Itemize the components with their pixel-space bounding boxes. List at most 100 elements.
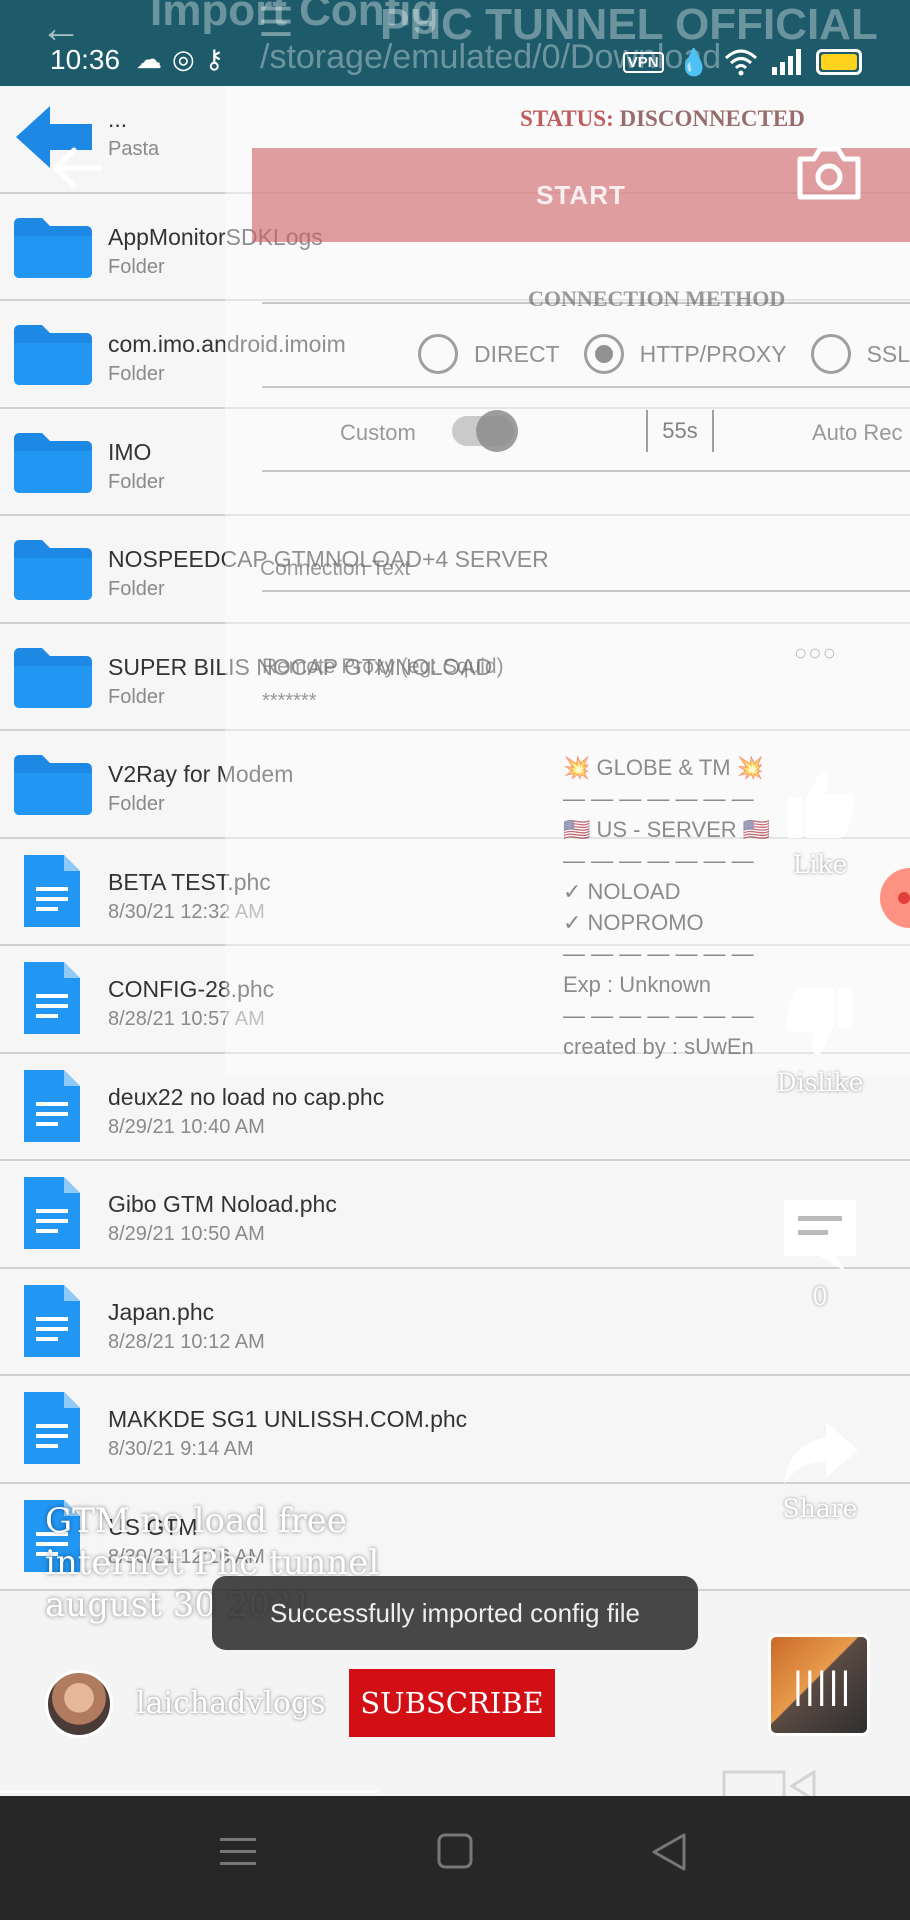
comment-count: 0 [812, 1282, 828, 1311]
document-icon [24, 854, 80, 927]
status-label: STATUS: [520, 106, 614, 131]
file-meta: Folder [108, 578, 165, 600]
status-value: DISCONNECTED [619, 106, 805, 131]
folder-icon [14, 325, 92, 385]
connection-text-field[interactable]: Connection Text [260, 557, 410, 581]
file-name: Japan.phc [108, 1298, 215, 1325]
timer-value[interactable]: 55s [646, 410, 714, 452]
share-button[interactable]: Share [770, 1418, 870, 1523]
config-note-line: 💥 GLOBE & TM 💥 [563, 755, 765, 780]
dislike-label: Dislike [776, 1068, 864, 1097]
option-direct[interactable]: DIRECT [418, 334, 560, 374]
folder-icon [14, 647, 92, 708]
config-note-line: — — — — — — — [563, 1003, 754, 1028]
radio-direct[interactable] [418, 334, 458, 374]
custom-toggle[interactable] [452, 410, 518, 452]
clock: 10:36 [50, 44, 121, 75]
file-meta: Folder [108, 685, 165, 708]
option-label: DIRECT [474, 340, 560, 367]
thumbs-up-icon [788, 771, 855, 838]
file-meta: 8/28/21 10:12 AM [108, 1330, 265, 1353]
like-button[interactable]: Like [770, 764, 870, 879]
connection-status: STATUS: DISCONNECTED [520, 106, 805, 132]
file-name: Gibo GTM Noload.phc [108, 1191, 337, 1217]
file-name: MAKKDE SG1 UNLISSH.COM.phc [108, 1406, 468, 1432]
battery-icon [816, 49, 862, 75]
file-name: IMO [108, 438, 152, 465]
home-icon[interactable] [436, 1832, 474, 1870]
config-note-line: created by : sUwEn [563, 1034, 754, 1059]
file-meta: 8/30/21 9:14 AM [108, 1438, 254, 1460]
status-bar: ← Import Config ☰ PHC TUNNEL OFFICIAL /s… [0, 0, 910, 86]
folder-icon [14, 432, 92, 493]
config-note-line: Exp : Unknown [563, 972, 711, 997]
file-name: ... [108, 106, 128, 132]
file-meta: Folder [108, 793, 165, 815]
custom-label: Custom [340, 420, 416, 445]
remote-proxy-field[interactable]: Remote Proxy (eg: Squid) [262, 655, 504, 679]
document-icon [24, 1284, 80, 1357]
key-icon: ⚷ [204, 44, 234, 74]
file-meta: Folder [108, 255, 165, 278]
auto-reconnect-label[interactable]: Auto Rec [812, 420, 903, 446]
document-icon [24, 962, 80, 1034]
wifi-icon [724, 49, 758, 76]
back-arrow-icon[interactable] [52, 146, 103, 195]
radio-ssl[interactable] [810, 334, 851, 374]
sound-wave-icon: ||||| [793, 1665, 853, 1707]
connection-method-options: DIRECT HTTP/PROXY SSL/T [418, 334, 910, 374]
dislike-button[interactable]: Dislike [770, 982, 870, 1097]
share-icon [784, 1422, 858, 1484]
config-note-line: — — — — — — — [563, 786, 754, 811]
remote-proxy-value: ******* [262, 690, 317, 712]
navigation-bar [0, 1796, 910, 1920]
file-name: deux22 no load no cap.phc [108, 1083, 385, 1110]
divider [262, 386, 910, 388]
video-progress-bar[interactable] [0, 1790, 378, 1793]
file-meta: Folder [108, 363, 165, 385]
option-label: SSL/T [866, 340, 910, 367]
file-meta: Pasta [108, 138, 160, 160]
radio-http-proxy[interactable] [583, 334, 624, 374]
divider [262, 470, 910, 472]
comments-button[interactable]: 0 [770, 1196, 870, 1311]
camera-icon[interactable] [796, 145, 862, 206]
cloud-icon: ☁ [136, 44, 172, 74]
file-meta: 8/29/21 10:40 AM [108, 1115, 265, 1138]
more-options-icon[interactable]: ○○○ [794, 640, 837, 666]
option-label: HTTP/PROXY [639, 340, 787, 367]
notification-icons: ☁◎⚷ [136, 44, 234, 75]
folder-icon [14, 755, 92, 815]
config-note-line: — — — — — — — [563, 941, 754, 966]
config-note: 💥 GLOBE & TM 💥 — — — — — — — 🇺🇸 US - SERVE… [563, 752, 770, 1062]
system-icons: VPN 💧 [622, 46, 862, 78]
subscribe-button[interactable]: SUBSCRIBE [349, 1669, 555, 1737]
signal-icon [772, 49, 801, 75]
recents-icon[interactable] [218, 1832, 258, 1872]
document-icon [24, 1392, 80, 1464]
file-meta: 8/29/21 10:50 AM [108, 1223, 265, 1245]
share-label: Share [782, 1494, 858, 1523]
toast-message: Successfully imported config file [212, 1576, 698, 1650]
drop-icon: 💧 [677, 46, 710, 77]
channel-avatar[interactable] [45, 1670, 113, 1738]
file-meta: Folder [108, 470, 165, 493]
sound-thumbnail[interactable]: ||||| [768, 1634, 870, 1736]
back-icon[interactable] [650, 1832, 688, 1872]
config-note-line: 🇺🇸 US - SERVER 🇺🇸 [563, 817, 771, 842]
document-icon [24, 1177, 80, 1249]
config-note-line: ✓ NOPROMO [563, 910, 704, 935]
like-label: Like [792, 850, 848, 879]
channel-name[interactable]: laichadvlogs [136, 1686, 326, 1721]
config-note-line: — — — — — — — [563, 848, 754, 873]
connection-method-heading: CONNECTION METHOD [528, 286, 786, 311]
option-http-proxy[interactable]: HTTP/PROXY [583, 334, 787, 374]
comment-icon [784, 1200, 856, 1272]
folder-icon [14, 540, 92, 600]
chrome-icon: ◎ [172, 44, 205, 74]
option-ssl[interactable]: SSL/T [810, 334, 910, 374]
document-icon [24, 1069, 80, 1142]
thumbs-down-icon [785, 988, 852, 1055]
folder-icon [14, 217, 92, 278]
caption-line: GTM no load free [45, 1501, 347, 1541]
